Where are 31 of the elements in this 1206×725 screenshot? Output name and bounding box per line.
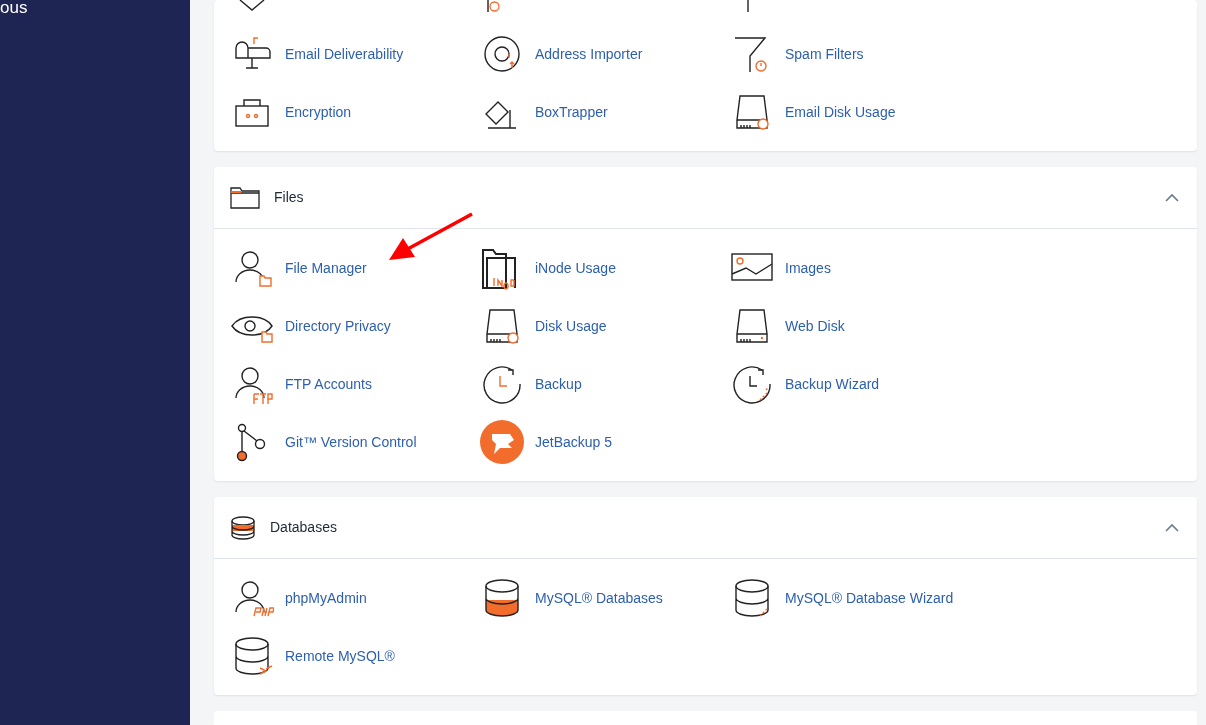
tool-link[interactable]: Git™ Version Control [285,431,417,453]
tool-link[interactable]: Backup Wizard [785,373,880,395]
tool-link[interactable]: File Manager [285,257,367,279]
section-title: Databases [270,518,338,537]
section-title: Files [274,188,305,207]
section-header[interactable]: Files [214,167,1197,229]
logo-icon [480,420,524,464]
tool-link[interactable]: BoxTrapper [535,101,608,123]
tool-link[interactable]: phpMyAdmin [285,587,367,609]
tool-link[interactable]: Web Disk [785,315,845,337]
tool-link[interactable]: Email Disk Usage [785,101,896,123]
tool-link[interactable]: Backup [535,373,582,395]
database-icon [230,515,256,540]
tool-link[interactable]: Encryption [285,101,352,123]
tool-link[interactable]: Disk Usage [535,315,607,337]
tool-link[interactable]: Images [785,257,831,279]
tool-link[interactable]: iNode Usage [535,257,616,279]
folder-icon [230,186,260,209]
tool-link[interactable]: Directory Privacy [285,315,391,337]
sidebar-item[interactable]: ous [0,0,190,18]
section-header[interactable]: Databases [214,497,1197,559]
tool-link[interactable]: Spam Filters [785,43,864,65]
tool-link[interactable]: FTP Accounts [285,373,372,395]
tool-link[interactable]: Remote MySQL® [285,645,395,667]
tool-link[interactable]: Address Importer [535,43,643,65]
chevron-up-icon[interactable] [1165,523,1179,532]
tool-link[interactable]: Email Deliverability [285,43,404,65]
chevron-up-icon[interactable] [1165,193,1179,202]
tool-link[interactable]: MySQL® Database Wizard [785,587,954,609]
tool-link[interactable]: MySQL® Databases [535,587,663,609]
tool-link[interactable]: JetBackup 5 [535,431,613,453]
